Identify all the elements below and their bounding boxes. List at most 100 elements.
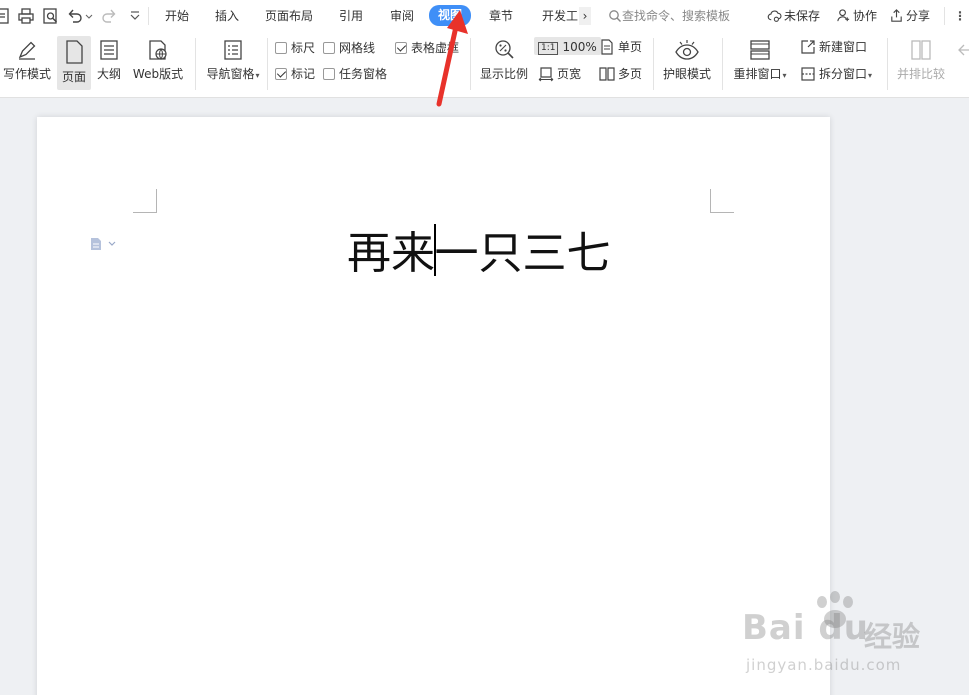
- web-layout-icon: [149, 40, 167, 60]
- command-search[interactable]: 查找命令、搜索模板: [608, 7, 730, 25]
- ribbon-divider: [195, 38, 196, 90]
- ruler-checkbox[interactable]: 标尺: [275, 40, 315, 56]
- eye-protection-button[interactable]: 护眼模式: [660, 38, 714, 90]
- pen-icon: [18, 41, 36, 60]
- ribbon-divider: [267, 38, 268, 90]
- margin-corner-top-left: [133, 189, 157, 213]
- text-after-cursor: 一只三七: [434, 228, 611, 279]
- ribbon-divider: [470, 38, 471, 90]
- zoom-100-label: 100%: [562, 40, 597, 54]
- watermark-brand: Bai du: [742, 608, 869, 648]
- outline-view-button[interactable]: 大纲: [94, 38, 124, 90]
- outline-view-label: 大纲: [96, 67, 121, 81]
- marks-label: 标记: [291, 67, 316, 81]
- side-by-side-icon: [911, 40, 931, 60]
- task-pane-checkbox[interactable]: 任务窗格: [323, 66, 387, 82]
- chevron-down-icon: ▾: [255, 71, 260, 80]
- checkbox-box: [275, 42, 287, 54]
- new-window-icon: [801, 40, 815, 54]
- eye-protection-label: 护眼模式: [662, 67, 711, 81]
- chevron-down-icon: ▾: [868, 71, 873, 80]
- document-page[interactable]: 再来一只三七: [37, 117, 830, 695]
- nav-pane-icon: [224, 40, 242, 60]
- view-ribbon: 写作模式 页面 大纲 Web版式 导航窗格▾ 标尺 网格线 表格虚框 标记 任务…: [0, 32, 969, 98]
- undo-icon[interactable]: [66, 7, 84, 25]
- checkbox-box: [395, 42, 407, 54]
- page-width-button[interactable]: 页宽: [538, 65, 581, 83]
- undo-dropdown-icon[interactable]: [84, 7, 94, 25]
- ribbon-divider: [722, 38, 723, 90]
- outline-icon: [100, 40, 118, 60]
- nav-pane-label: 导航窗格: [206, 67, 255, 81]
- split-window-button[interactable]: 拆分窗口▾: [800, 65, 872, 83]
- ribbon-divider: [887, 38, 888, 90]
- arrange-windows-icon: [750, 40, 770, 60]
- side-by-side-label: 并排比较: [896, 67, 945, 81]
- tab-developer[interactable]: 开发工: [542, 7, 578, 25]
- collaborate-label: 协作: [853, 9, 878, 23]
- watermark-url: jingyan.baidu.com: [746, 656, 902, 674]
- unsaved-button[interactable]: 未保存: [767, 7, 820, 25]
- page-icon: [66, 40, 83, 64]
- print-preview-icon[interactable]: [42, 7, 60, 25]
- task-pane-label: 任务窗格: [339, 67, 388, 81]
- tab-references[interactable]: 引用: [339, 7, 363, 25]
- multi-page-label: 多页: [618, 67, 643, 81]
- tab-page-layout[interactable]: 页面布局: [265, 7, 313, 25]
- user-add-icon: [837, 9, 850, 22]
- zoom-1-1-icon: 1:1: [538, 42, 559, 55]
- unsaved-label: 未保存: [784, 9, 821, 23]
- share-label: 分享: [906, 9, 931, 23]
- ruler-label: 标尺: [291, 41, 316, 55]
- share-button[interactable]: 分享: [889, 7, 930, 25]
- marks-checkbox[interactable]: 标记: [275, 66, 315, 82]
- sync-scroll-button[interactable]: [952, 38, 969, 90]
- arrange-windows-label: 重排窗口: [733, 67, 782, 81]
- file-icon[interactable]: [0, 7, 12, 25]
- ribbon-divider: [653, 38, 654, 90]
- collaborate-button[interactable]: 协作: [836, 7, 877, 25]
- tab-home[interactable]: 开始: [165, 7, 189, 25]
- redo-icon[interactable]: [100, 7, 118, 25]
- arrange-windows-button[interactable]: 重排窗口▾: [730, 38, 790, 90]
- tab-insert[interactable]: 插入: [215, 7, 239, 25]
- new-window-label: 新建窗口: [819, 40, 868, 54]
- menu-divider: [148, 7, 149, 25]
- baidu-jingyan-watermark: Bai du 经验 jingyan.baidu.com: [742, 590, 962, 690]
- share-icon: [891, 9, 902, 22]
- paragraph-layout-icon[interactable]: [89, 237, 119, 254]
- nav-pane-button[interactable]: 导航窗格▾: [203, 38, 263, 90]
- search-icon: [609, 10, 621, 22]
- page-view-label: 页面: [61, 70, 86, 84]
- print-icon[interactable]: [17, 7, 35, 25]
- split-window-icon: [801, 67, 815, 81]
- tab-review[interactable]: 审阅: [390, 7, 414, 25]
- menu-bar: 开始 插入 页面布局 引用 审阅 视图 章节 开发工 › 查找命令、搜索模板 未…: [0, 0, 969, 32]
- side-by-side-button[interactable]: 并排比较: [895, 38, 947, 90]
- page-width-label: 页宽: [557, 67, 582, 81]
- new-window-button[interactable]: 新建窗口: [800, 38, 867, 56]
- zoom-ratio-label: 显示比例: [479, 67, 528, 81]
- web-layout-label: Web版式: [132, 67, 184, 81]
- more-options-icon[interactable]: ⋮: [954, 7, 966, 25]
- text-before-cursor: 再来: [347, 228, 435, 279]
- gridlines-checkbox[interactable]: 网格线: [323, 40, 375, 56]
- write-mode-label: 写作模式: [2, 67, 51, 81]
- tab-chapter[interactable]: 章节: [489, 7, 513, 25]
- write-mode-button[interactable]: 写作模式: [0, 38, 54, 90]
- split-window-label: 拆分窗口: [819, 67, 868, 81]
- single-page-button[interactable]: 单页: [599, 38, 642, 56]
- zoom-100-button[interactable]: 1:1 100%: [534, 37, 601, 55]
- margin-corner-top-right: [710, 189, 734, 213]
- customize-quick-access-icon[interactable]: [126, 7, 144, 25]
- document-body-text[interactable]: 再来一只三七: [347, 217, 611, 281]
- sync-scroll-icon: [958, 44, 969, 56]
- zoom-ratio-button[interactable]: 显示比例: [478, 38, 530, 90]
- more-tabs-arrow-icon[interactable]: ›: [579, 7, 591, 25]
- page-view-button[interactable]: 页面: [57, 36, 91, 90]
- multi-page-button[interactable]: 多页: [599, 65, 642, 83]
- checkbox-box: [323, 42, 335, 54]
- web-layout-button[interactable]: Web版式: [130, 38, 186, 90]
- eye-icon: [675, 40, 699, 60]
- checkbox-box: [275, 68, 287, 80]
